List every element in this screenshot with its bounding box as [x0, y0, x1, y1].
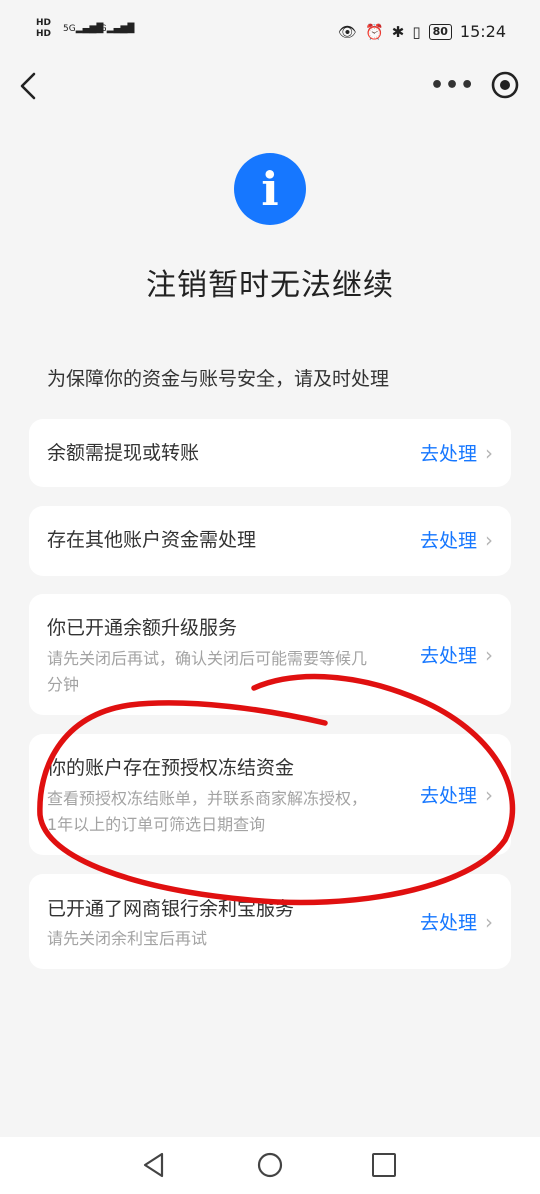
handle-label: 去处理 [419, 530, 477, 552]
system-back-button[interactable] [140, 1151, 168, 1179]
status-right: 👁 ⏰ ✱ ▯ 80 15:24 [338, 22, 506, 41]
task-desc: 查看预授权冻结账单，并联系商家解冻授权，1年以上的订单可筛选日期查询 [47, 789, 368, 834]
page-subtitle: 为保障你的资金与账号安全，请及时处理 [47, 368, 390, 390]
circle-home-icon [257, 1152, 283, 1178]
eye-icon: 👁 [338, 22, 358, 41]
task-card-other-accounts[interactable]: 存在其他账户资金需处理 去处理 › [29, 506, 511, 576]
handle-label: 去处理 [419, 785, 477, 807]
vibrate-icon: ▯ [412, 22, 421, 41]
back-arrow-icon [20, 72, 36, 100]
task-card-balance-upgrade[interactable]: 你已开通余额升级服务 请先关闭后再试，确认关闭后可能需要等候几分钟 去处理 › [29, 594, 511, 715]
task-title: 已开通了网商银行余利宝服务 [47, 898, 295, 920]
alarm-icon: ⏰ [365, 22, 384, 41]
more-icon: ••• [430, 73, 476, 98]
clock: 15:24 [459, 22, 506, 41]
hd-label-bottom: HD [36, 29, 52, 39]
handle-label: 去处理 [419, 443, 477, 465]
back-button[interactable] [14, 68, 44, 104]
chevron-right-icon: › [485, 909, 493, 934]
task-title: 余额需提现或转账 [47, 442, 200, 464]
close-miniapp-button[interactable] [490, 70, 520, 100]
handle-button[interactable]: 去处理 › [420, 641, 493, 668]
task-card-preauth-frozen[interactable]: 你的账户存在预授权冻结资金 查看预授权冻结账单，并联系商家解冻授权，1年以上的订… [29, 734, 511, 855]
page-title: 注销暂时无法继续 [146, 268, 394, 303]
handle-button[interactable]: 去处理 › [420, 908, 493, 935]
task-title: 你的账户存在预授权冻结资金 [47, 757, 295, 779]
handle-label: 去处理 [419, 645, 477, 667]
chevron-right-icon: › [485, 527, 493, 552]
more-button[interactable]: ••• [430, 74, 474, 98]
chevron-right-icon: › [485, 642, 493, 667]
signal-4g: 4G▂▄▆█ [94, 24, 135, 34]
triangle-back-icon [143, 1152, 164, 1178]
task-desc: 请先关闭余利宝后再试 [47, 929, 208, 948]
handle-label: 去处理 [419, 912, 477, 934]
handle-button[interactable]: 去处理 › [420, 781, 493, 808]
info-icon: i [234, 153, 306, 225]
nav-bar: ••• [0, 64, 540, 108]
task-card-withdraw[interactable]: 余额需提现或转账 去处理 › [29, 419, 511, 487]
target-icon [491, 71, 519, 99]
status-bar: HD HD 5G▂▄▆█ 4G▂▄▆█ 👁 ⏰ ✱ ▯ 80 15:24 [0, 0, 540, 64]
task-title: 存在其他账户资金需处理 [47, 529, 257, 551]
task-desc: 请先关闭后再试，确认关闭后可能需要等候几分钟 [47, 649, 368, 694]
chevron-right-icon: › [485, 782, 493, 807]
system-home-button[interactable] [256, 1151, 284, 1179]
task-card-yulibao[interactable]: 已开通了网商银行余利宝服务 请先关闭余利宝后再试 去处理 › [29, 874, 511, 969]
chevron-right-icon: › [485, 440, 493, 465]
handle-button[interactable]: 去处理 › [420, 439, 493, 466]
battery-indicator: 80 [428, 23, 452, 40]
hd-label-top: HD [36, 18, 52, 28]
bluetooth-icon: ✱ [391, 22, 405, 41]
task-title: 你已开通余额升级服务 [47, 617, 238, 639]
system-recents-button[interactable] [372, 1153, 396, 1177]
handle-button[interactable]: 去处理 › [420, 526, 493, 553]
system-nav-bar [0, 1137, 540, 1194]
status-left: HD HD 5G▂▄▆█ 4G▂▄▆█ [36, 18, 134, 40]
